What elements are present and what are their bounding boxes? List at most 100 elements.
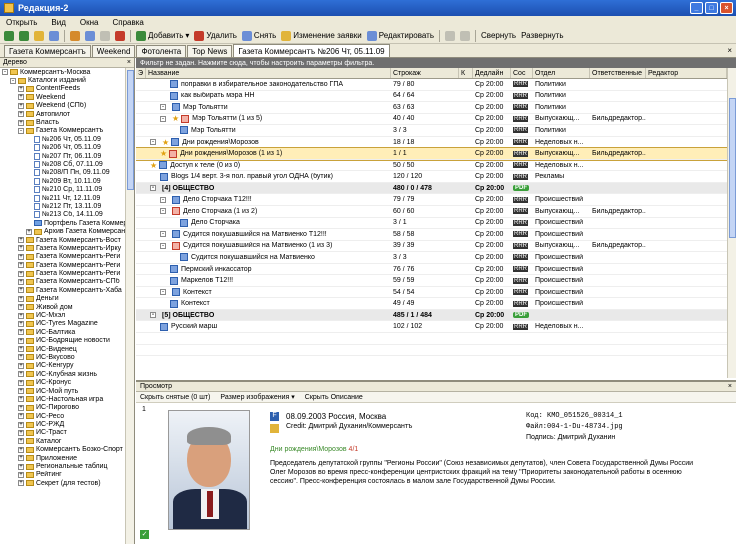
- tree-node[interactable]: - Газета Коммерсантъ: [0, 127, 125, 135]
- tree-node[interactable]: №209 Вт, 10.11.09: [0, 177, 125, 185]
- edit-button[interactable]: Редактировать: [366, 30, 434, 41]
- expand-icon[interactable]: +: [18, 237, 24, 243]
- delete-button[interactable]: Удалить: [194, 30, 237, 41]
- expand-icon[interactable]: +: [18, 119, 24, 126]
- expand-icon[interactable]: +: [18, 421, 24, 428]
- close-button[interactable]: ×: [720, 2, 733, 14]
- tree-node[interactable]: + Секрет (для тестов): [0, 479, 125, 487]
- collapse-icon[interactable]: -: [160, 208, 166, 215]
- tree-node[interactable]: №206 Чт, 05.11.09: [0, 135, 125, 143]
- col-header-name[interactable]: Название: [146, 68, 391, 78]
- change-request-button[interactable]: Изменение заявки: [281, 30, 362, 41]
- close-panel-icon[interactable]: ×: [127, 59, 131, 66]
- tree-node[interactable]: №206 Чт, 05.11.09: [0, 144, 125, 152]
- tree-node[interactable]: + Архив Газета Коммерсантъ: [0, 227, 125, 235]
- tree-node[interactable]: + ИС-Настольная игра: [0, 395, 125, 403]
- expand-icon[interactable]: +: [18, 287, 24, 294]
- tree-node[interactable]: + ИС-Мой путь: [0, 387, 125, 395]
- grid-row[interactable]: - Контекст 54 / 54 Ср 20:00 RRR Происшествий: [136, 287, 727, 299]
- tree-node[interactable]: - Каталоги изданий: [0, 76, 125, 84]
- tree-node[interactable]: + Каталог: [0, 437, 125, 445]
- hide-description-button[interactable]: Скрыть Описание: [305, 394, 363, 401]
- expand-icon[interactable]: +: [26, 228, 32, 235]
- tree-node[interactable]: + Weekend: [0, 93, 125, 101]
- paste-icon[interactable]: [100, 30, 110, 41]
- file-icon[interactable]: F: [270, 412, 279, 421]
- expand-icon[interactable]: +: [18, 320, 24, 327]
- expand-icon[interactable]: +: [18, 463, 24, 470]
- expand-icon[interactable]: +: [18, 337, 24, 344]
- tree-node[interactable]: + ИС-Вкусово: [0, 353, 125, 361]
- tree-node[interactable]: + ИС-Кронус: [0, 378, 125, 386]
- folder-icon[interactable]: [270, 424, 279, 433]
- grid-row[interactable]: ★ Доступ к теле (0 из 0) 50 / 50 Ср 20:00 RR…: [136, 160, 727, 172]
- expand-icon[interactable]: +: [18, 446, 24, 453]
- tree-node[interactable]: + Газета Коммерсантъ-Реги: [0, 261, 125, 269]
- expand-icon[interactable]: +: [18, 471, 24, 478]
- grid-row[interactable]: ★ Дни рождения\Морозов (1 из 1) 1 / 1 Ср 20…: [136, 147, 727, 161]
- expand-icon[interactable]: +: [18, 346, 24, 353]
- expand-icon[interactable]: +: [18, 245, 24, 252]
- expand-icon[interactable]: +: [18, 278, 24, 285]
- expand-icon[interactable]: +: [18, 362, 24, 369]
- forward-icon[interactable]: [19, 30, 29, 41]
- tree-node[interactable]: №212 Пт, 13.11.09: [0, 202, 125, 210]
- collapse-icon[interactable]: -: [160, 196, 166, 203]
- grid-row[interactable]: - ★ Дни рождения\Морозов 18 / 18 Ср 20:00 RRR…: [136, 137, 727, 149]
- expand-icon[interactable]: +: [18, 455, 24, 462]
- menu-view[interactable]: Вид: [51, 18, 65, 27]
- tree-node[interactable]: №213 Сб, 14.11.09: [0, 211, 125, 219]
- expand-icon[interactable]: +: [18, 329, 24, 336]
- expand-icon[interactable]: +: [18, 429, 24, 436]
- down-arrow-icon[interactable]: [460, 30, 471, 41]
- tree-node[interactable]: + Газета Коммерсантъ-Хаба: [0, 286, 125, 294]
- expand-icon[interactable]: +: [18, 371, 24, 378]
- tree-node[interactable]: Портфель Газета Коммерса: [0, 219, 125, 227]
- grid-row[interactable]: Русский марш 102 / 102 Ср 20:00 RRR Неделовы…: [136, 321, 727, 334]
- menu-help[interactable]: Справка: [113, 18, 144, 27]
- grid-scrollbar[interactable]: [727, 68, 736, 378]
- unpublish-button[interactable]: Снять: [241, 30, 276, 41]
- tree-node[interactable]: - Коммерсантъ-Москва: [0, 68, 125, 76]
- grid-row[interactable]: - Дело Сторчака (1 из 2) 60 / 60 Ср 20:00 RR…: [136, 206, 727, 218]
- expand-icon[interactable]: +: [18, 85, 24, 92]
- hide-removed-button[interactable]: Скрыть снятые (0 шт): [140, 394, 210, 401]
- expand-icon[interactable]: +: [18, 413, 24, 420]
- collapse-icon[interactable]: -: [10, 77, 16, 84]
- grid-row[interactable]: - Судится покушавшийся на Матвиенко (1 из…: [136, 241, 727, 253]
- col-header-editor[interactable]: Редактор: [646, 68, 727, 78]
- up-arrow-icon[interactable]: [445, 30, 456, 41]
- expand-icon[interactable]: +: [18, 253, 24, 260]
- col-header-k[interactable]: К: [459, 68, 473, 78]
- tree-node[interactable]: + ИС-Tyres Magazine: [0, 320, 125, 328]
- tree-node[interactable]: + Газета Коммерсантъ-Вост: [0, 236, 125, 244]
- collapse-icon[interactable]: -: [160, 231, 166, 238]
- expand-icon[interactable]: +: [18, 396, 24, 403]
- menu-windows[interactable]: Окна: [80, 18, 99, 27]
- expand-icon[interactable]: +: [18, 388, 24, 395]
- grid-row[interactable]: - ★ Мэр Тольятти (1 из 5) 40 / 40 Ср 20:00 RR…: [136, 114, 727, 126]
- collapse-icon[interactable]: -: [2, 69, 8, 76]
- collapse-icon[interactable]: -: [150, 185, 156, 192]
- grid-row[interactable]: Дело Сторчака 3 / 1 Ср 20:00 RRR Происшестви…: [136, 218, 727, 230]
- menu-open[interactable]: Открыть: [6, 18, 37, 27]
- tree-node[interactable]: + Weekend (СПб): [0, 102, 125, 110]
- expand-button[interactable]: Развернуть: [521, 31, 563, 40]
- image-size-button[interactable]: Размер изображения ▾: [220, 393, 294, 401]
- tree-node[interactable]: + Коммерсантъ Бозко-Спорт: [0, 446, 125, 454]
- tab-issue-206[interactable]: Газета Коммерсантъ №206 Чт, 05.11.09: [233, 44, 390, 57]
- expand-icon[interactable]: +: [18, 480, 24, 487]
- grid-row[interactable]: - Судится покушавшийся на Матвиенко Т12!!…: [136, 229, 727, 241]
- delete-icon[interactable]: [115, 30, 125, 41]
- collapse-icon[interactable]: -: [160, 289, 166, 296]
- collapse-icon[interactable]: -: [160, 115, 166, 122]
- add-button[interactable]: Добавить ▾: [136, 30, 189, 41]
- tree-node[interactable]: + Живой дом: [0, 303, 125, 311]
- tree-node[interactable]: + ИС-Кенгуру: [0, 362, 125, 370]
- col-header-department[interactable]: Отдел: [533, 68, 590, 78]
- cut-icon[interactable]: [70, 30, 80, 41]
- tree-node[interactable]: + ИС-Клубная жизнь: [0, 370, 125, 378]
- expand-icon[interactable]: +: [18, 404, 24, 411]
- col-header-status[interactable]: Сос: [511, 68, 533, 78]
- check-icon[interactable]: ✓: [140, 530, 149, 539]
